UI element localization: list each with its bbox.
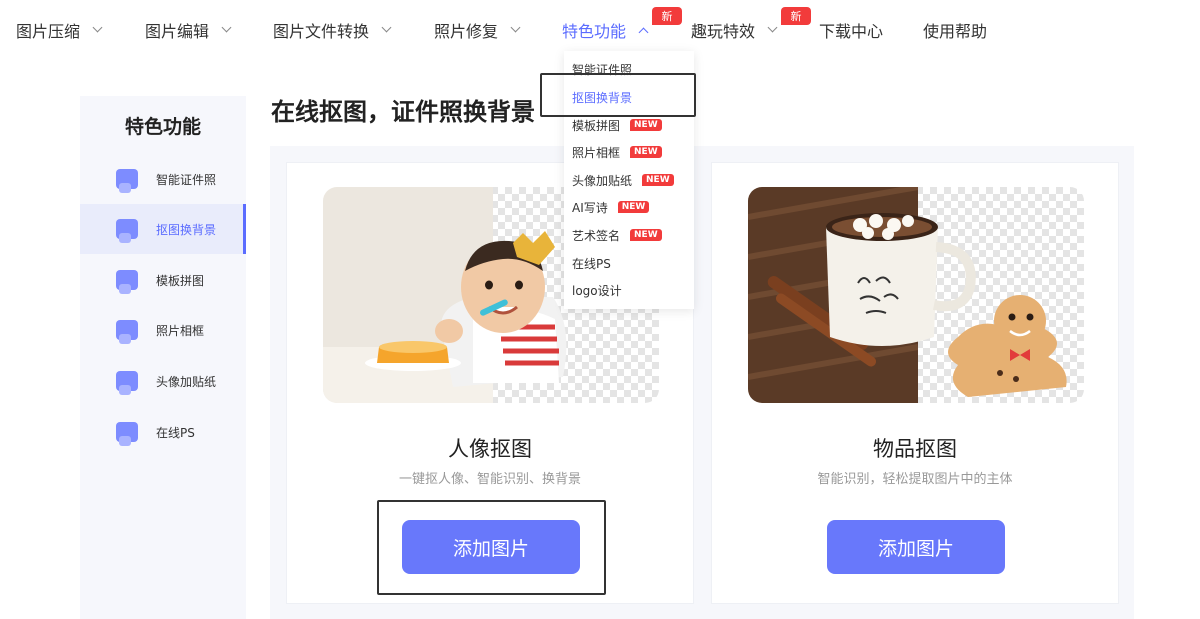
sidebar-item-avatar-sticker[interactable]: 头像加贴纸 [80,356,246,406]
dropdown-item-ai-poem[interactable]: AI写诗 NEW [572,197,650,217]
sidebar-item-photo-frame[interactable]: 照片相框 [80,305,246,355]
sidebar-item-cutout[interactable]: 抠图换背景 [80,204,246,254]
dropdown-item-label: 头像加贴纸 [572,173,633,188]
sidebar-item-label: 模板拼图 [156,273,205,288]
object-sample-image [748,187,1084,403]
card-description: 一键抠人像、智能识别、换背景 [398,472,581,487]
dropdown-item-art-signature[interactable]: 艺术签名 NEW [572,225,662,245]
dropdown-item-label: 在线PS [572,256,611,271]
dropdown-item-label: logo设计 [572,283,622,298]
nav-item-file-convert[interactable]: 图片文件转换 [273,18,392,42]
sidebar-item-label: 头像加贴纸 [156,374,217,389]
nav-item-fun-effects[interactable]: 趣玩特效 [691,18,778,42]
ps-icon [116,422,138,446]
nav-item-image-edit[interactable]: 图片编辑 [145,18,232,42]
sidebar-item-label: 在线PS [156,425,195,440]
dropdown-item-label: 智能证件照 [572,62,633,77]
card-description: 智能识别，轻松提取图片中的主体 [817,472,1013,487]
card-title: 物品抠图 [873,437,957,461]
id-card-icon [116,169,138,193]
dropdown-item-label: 艺术签名 [572,228,621,243]
chevron-down-icon [767,22,778,33]
dropdown-item-online-ps[interactable]: 在线PS [572,253,611,273]
chevron-down-icon [92,22,103,33]
new-tag: NEW [630,119,662,131]
new-tag: NEW [617,201,650,213]
nav-item-features[interactable]: 特色功能 [562,18,649,42]
card-title: 人像抠图 [448,437,532,461]
new-badge: 新 [781,7,811,25]
new-badge: 新 [652,7,682,25]
sidebar-item-id-photo[interactable]: 智能证件照 [80,154,246,204]
chevron-down-icon [510,22,521,33]
nav-item-help[interactable]: 使用帮助 [923,18,987,42]
puzzle-icon [116,270,138,294]
nav-item-label: 图片编辑 [145,22,210,41]
dropdown-item-cutout[interactable]: 抠图换背景 [572,87,632,107]
sidebar-item-label: 智能证件照 [156,172,217,187]
sidebar: 特色功能 智能证件照 抠图换背景 模板拼图 照片相框 头像加贴纸 在线PS [80,96,246,619]
sidebar-item-label: 抠图换背景 [156,222,217,237]
dropdown-item-logo-design[interactable]: logo设计 [572,280,622,300]
add-image-button[interactable]: 添加图片 [402,520,580,574]
cutout-icon [116,219,138,243]
features-dropdown: 智能证件照 抠图换背景 模板拼图 NEW 照片相框 NEW 头像加贴纸 NEW … [564,51,694,309]
nav-item-photo-repair[interactable]: 照片修复 [434,18,521,42]
dropdown-item-avatar-sticker[interactable]: 头像加贴纸 NEW [572,170,674,190]
sidebar-item-online-ps[interactable]: 在线PS [80,407,246,457]
nav-item-label: 使用帮助 [923,22,988,41]
nav-item-image-compress[interactable]: 图片压缩 [16,18,103,42]
chevron-down-icon [221,22,232,33]
new-tag: NEW [642,174,674,186]
frame-icon [116,320,138,344]
dropdown-item-photo-frame[interactable]: 照片相框 NEW [572,142,662,162]
dropdown-item-label: AI写诗 [572,200,608,215]
chevron-down-icon [381,22,392,33]
sidebar-item-template-collage[interactable]: 模板拼图 [80,255,246,305]
new-tag: NEW [630,146,662,158]
object-cutout-card: 物品抠图 智能识别，轻松提取图片中的主体 添加图片 [711,162,1119,604]
page-title: 在线抠图，证件照换背景 [271,98,535,126]
sticker-icon [116,371,138,395]
nav-item-download-center[interactable]: 下载中心 [819,18,883,42]
sidebar-item-label: 照片相框 [156,323,205,338]
dropdown-item-id-photo[interactable]: 智能证件照 [572,59,632,79]
chevron-up-icon [638,27,649,37]
dropdown-item-template-collage[interactable]: 模板拼图 NEW [572,115,662,135]
nav-item-label: 照片修复 [434,22,499,41]
new-tag: NEW [630,229,662,241]
nav-item-label: 下载中心 [819,22,884,41]
nav-item-label: 特色功能 [562,22,627,41]
dropdown-item-label: 抠图换背景 [572,90,633,105]
add-image-button[interactable]: 添加图片 [827,520,1005,574]
dropdown-item-label: 照片相框 [572,145,621,160]
dropdown-item-label: 模板拼图 [572,118,621,133]
nav-item-label: 趣玩特效 [691,22,756,41]
sidebar-title: 特色功能 [124,116,201,138]
nav-item-label: 图片压缩 [16,22,81,41]
nav-item-label: 图片文件转换 [273,22,370,41]
